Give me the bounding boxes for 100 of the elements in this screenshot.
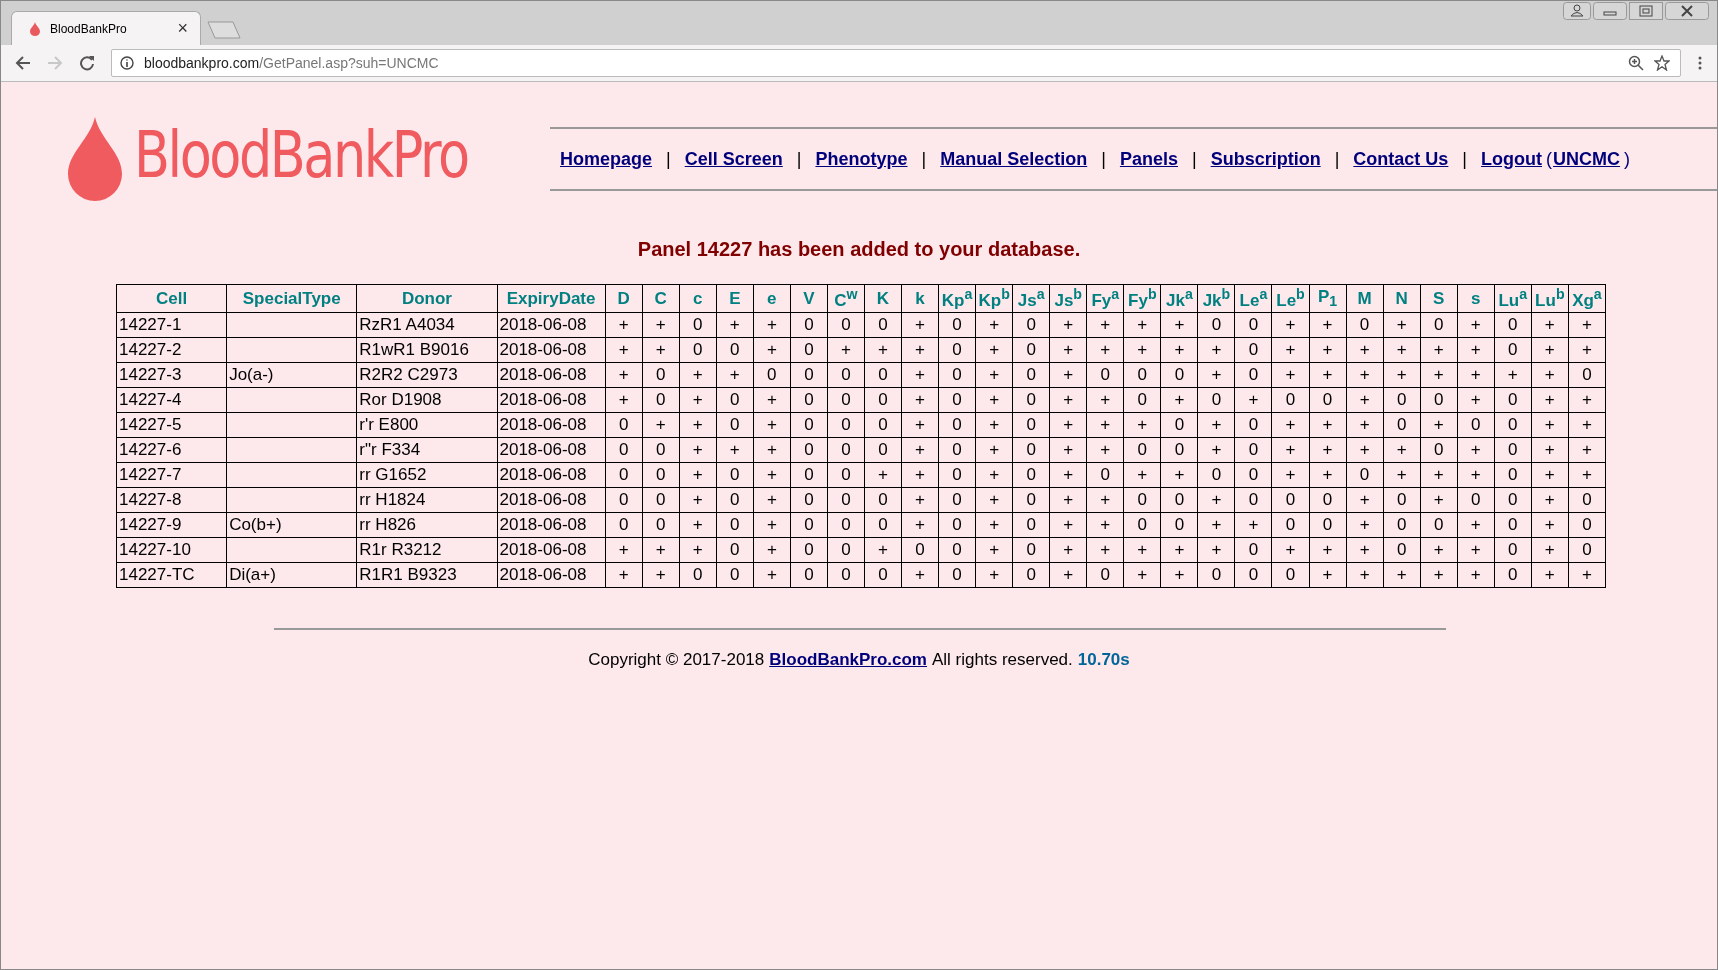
table-cell: + bbox=[1160, 312, 1198, 338]
table-cell: + bbox=[753, 462, 791, 488]
table-cell: 0 bbox=[1309, 487, 1347, 513]
user-link[interactable]: UNCMC bbox=[1553, 148, 1621, 170]
table-cell: + bbox=[716, 437, 754, 463]
table-cell: + bbox=[753, 337, 791, 363]
table-cell: + bbox=[1160, 337, 1198, 363]
table-cell: 0 bbox=[790, 562, 828, 588]
table-cell: + bbox=[901, 437, 939, 463]
browser-tab[interactable]: BloodBankPro × bbox=[11, 11, 201, 45]
nav-separator: | bbox=[1191, 148, 1197, 170]
table-cell: + bbox=[1420, 412, 1458, 438]
table-cell: + bbox=[753, 562, 791, 588]
table-cell: 2018-06-08 bbox=[497, 512, 606, 538]
nav-link[interactable]: Phenotype bbox=[815, 148, 908, 170]
table-cell: 0 bbox=[605, 512, 643, 538]
table-cell: 0 bbox=[642, 387, 680, 413]
nav-link[interactable]: Subscription bbox=[1210, 148, 1321, 170]
table-cell: + bbox=[1272, 362, 1310, 388]
site-link[interactable]: BloodBankPro.com bbox=[769, 650, 927, 670]
table-cell: 0 bbox=[1086, 562, 1124, 588]
table-cell: + bbox=[1049, 562, 1087, 588]
table-cell: + bbox=[1272, 312, 1310, 338]
table-cell: + bbox=[1049, 537, 1087, 563]
table-cell: + bbox=[1383, 362, 1421, 388]
table-cell: 0 bbox=[1494, 412, 1532, 438]
table-cell: + bbox=[1234, 387, 1272, 413]
table-cell: 0 bbox=[1234, 462, 1272, 488]
table-cell: 0 bbox=[827, 437, 865, 463]
table-cell: 0 bbox=[1197, 312, 1235, 338]
column-header: Le$^{b}$ bbox=[1272, 284, 1310, 313]
table-cell: 0 bbox=[1234, 412, 1272, 438]
table-cell: 0 bbox=[1494, 387, 1532, 413]
table-cell: 14227-4 bbox=[116, 387, 227, 413]
table-cell: + bbox=[1160, 387, 1198, 413]
table-cell: 0 bbox=[827, 387, 865, 413]
table-cell: 0 bbox=[1494, 562, 1532, 588]
table-cell: 0 bbox=[716, 562, 754, 588]
table-cell: + bbox=[1197, 487, 1235, 513]
table-cell: 0 bbox=[1494, 337, 1532, 363]
table-cell: + bbox=[1197, 437, 1235, 463]
table-cell: + bbox=[1346, 412, 1384, 438]
table-cell: 0 bbox=[716, 412, 754, 438]
column-header: N bbox=[1383, 284, 1421, 313]
table-cell: + bbox=[1197, 412, 1235, 438]
table-cell: 0 bbox=[938, 362, 976, 388]
table-cell: 2018-06-08 bbox=[497, 312, 606, 338]
table-cell: 0 bbox=[1309, 387, 1347, 413]
table-cell: 0 bbox=[679, 337, 717, 363]
table-cell: 0 bbox=[679, 562, 717, 588]
table-cell: + bbox=[1420, 562, 1458, 588]
table-cell: 0 bbox=[1012, 337, 1050, 363]
table-cell: + bbox=[1049, 387, 1087, 413]
address-field[interactable]: bloodbankpro.com/GetPanel.asp?suh=UNCMC bbox=[111, 49, 1681, 77]
table-cell: 0 bbox=[1123, 487, 1161, 513]
table-cell: + bbox=[975, 312, 1013, 338]
nav-link[interactable]: Logout bbox=[1481, 148, 1543, 170]
nav-link[interactable]: Homepage bbox=[560, 148, 653, 170]
nav-link[interactable]: Manual Selection bbox=[940, 148, 1088, 170]
table-cell: 0 bbox=[1123, 437, 1161, 463]
table-cell: + bbox=[1531, 562, 1569, 588]
table-cell: + bbox=[1346, 362, 1384, 388]
table-cell: + bbox=[1568, 437, 1606, 463]
column-header: P$_{1}$ bbox=[1309, 284, 1347, 313]
table-cell: Jo(a-) bbox=[226, 362, 357, 388]
nav-separator: | bbox=[921, 148, 927, 170]
column-header: V bbox=[790, 284, 828, 313]
table-cell: + bbox=[1531, 412, 1569, 438]
table-cell: + bbox=[605, 562, 643, 588]
nav-link[interactable]: Contact Us bbox=[1353, 148, 1449, 170]
table-cell: 0 bbox=[790, 412, 828, 438]
table-cell: 0 bbox=[1012, 312, 1050, 338]
table-cell: + bbox=[1420, 362, 1458, 388]
table-cell: 0 bbox=[1234, 437, 1272, 463]
close-tab-button[interactable]: × bbox=[177, 18, 188, 39]
table-cell: + bbox=[901, 312, 939, 338]
nav-link[interactable]: Cell Screen bbox=[684, 148, 783, 170]
nav-link[interactable]: Panels bbox=[1119, 148, 1178, 170]
table-cell: + bbox=[753, 512, 791, 538]
table-cell: + bbox=[1383, 462, 1421, 488]
table-cell: + bbox=[975, 362, 1013, 388]
table-cell: + bbox=[679, 412, 717, 438]
table-cell: + bbox=[1123, 412, 1161, 438]
table-cell: 0 bbox=[1272, 562, 1310, 588]
table-cell: + bbox=[1049, 312, 1087, 338]
table-cell: 0 bbox=[1494, 312, 1532, 338]
table-cell: 0 bbox=[1494, 437, 1532, 463]
table-cell: + bbox=[975, 537, 1013, 563]
table-cell: 2018-06-08 bbox=[497, 362, 606, 388]
table-cell: 0 bbox=[1568, 487, 1606, 513]
column-header: s bbox=[1457, 284, 1495, 313]
table-cell: + bbox=[1272, 537, 1310, 563]
table-cell: R2R2 C2973 bbox=[356, 362, 497, 388]
table-cell: 0 bbox=[1197, 562, 1235, 588]
table-cell: + bbox=[1531, 512, 1569, 538]
table-cell: + bbox=[1346, 512, 1384, 538]
table-cell: 0 bbox=[1012, 462, 1050, 488]
close-parenthesis: ) bbox=[1624, 148, 1631, 170]
table-cell: 0 bbox=[790, 537, 828, 563]
table-cell: + bbox=[1346, 487, 1384, 513]
